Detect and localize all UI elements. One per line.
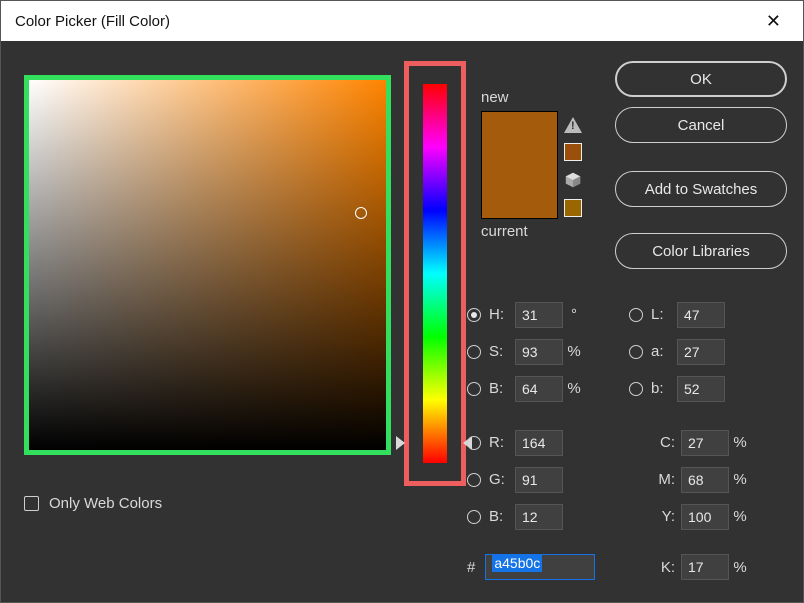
- m-input[interactable]: [681, 467, 729, 493]
- l-label: L:: [651, 306, 677, 323]
- color-libraries-button[interactable]: Color Libraries: [615, 233, 787, 269]
- only-web-colors-label: Only Web Colors: [49, 495, 162, 512]
- g-input[interactable]: [515, 467, 563, 493]
- ok-button[interactable]: OK: [615, 61, 787, 97]
- color-preview-swatch: [481, 111, 558, 219]
- hue-slider[interactable]: [404, 61, 466, 486]
- r-input[interactable]: [515, 430, 563, 456]
- b-hsb-input[interactable]: [515, 376, 563, 402]
- h-input[interactable]: [515, 302, 563, 328]
- new-label: new: [481, 89, 509, 106]
- current-color-swatch[interactable]: [482, 165, 557, 218]
- y-input[interactable]: [681, 504, 729, 530]
- current-label: current: [481, 223, 528, 240]
- only-web-colors-checkbox[interactable]: [24, 496, 39, 511]
- saturation-brightness-field[interactable]: [24, 75, 391, 455]
- h-label: H:: [489, 306, 515, 323]
- s-unit: %: [563, 343, 585, 360]
- gamut-swatch[interactable]: [564, 143, 582, 161]
- gamut-warning-icon[interactable]: !: [564, 117, 582, 133]
- titlebar: Color Picker (Fill Color) ✕: [1, 1, 803, 41]
- h-radio[interactable]: [467, 308, 481, 322]
- sb-cursor-icon[interactable]: [355, 207, 367, 219]
- websafe-warning-icon[interactable]: [564, 171, 582, 189]
- lab-b-input[interactable]: [677, 376, 725, 402]
- l-input[interactable]: [677, 302, 725, 328]
- s-label: S:: [489, 343, 515, 360]
- g-label: G:: [489, 471, 515, 488]
- y-label: Y:: [651, 508, 675, 525]
- l-radio[interactable]: [629, 308, 643, 322]
- k-input[interactable]: [681, 554, 729, 580]
- a-label: a:: [651, 343, 677, 360]
- color-picker-dialog: Color Picker (Fill Color) ✕ new current …: [0, 0, 804, 603]
- a-input[interactable]: [677, 339, 725, 365]
- rgb-b-label: B:: [489, 508, 515, 525]
- new-color-swatch: [482, 112, 557, 165]
- c-input[interactable]: [681, 430, 729, 456]
- websafe-swatch[interactable]: [564, 199, 582, 217]
- add-swatches-button[interactable]: Add to Swatches: [615, 171, 787, 207]
- b-radio[interactable]: [467, 382, 481, 396]
- c-label: C:: [651, 434, 675, 451]
- s-input[interactable]: [515, 339, 563, 365]
- dialog-body: new current ! OK Cancel Add to Swatches …: [1, 41, 803, 602]
- s-radio[interactable]: [467, 345, 481, 359]
- r-radio[interactable]: [467, 436, 481, 450]
- h-unit: °: [563, 306, 585, 323]
- rgb-b-input[interactable]: [515, 504, 563, 530]
- lab-b-radio[interactable]: [629, 382, 643, 396]
- cancel-button[interactable]: Cancel: [615, 107, 787, 143]
- dialog-title: Color Picker (Fill Color): [15, 13, 170, 30]
- a-radio[interactable]: [629, 345, 643, 359]
- lab-b-label: b:: [651, 380, 677, 397]
- b-hsb-label: B:: [489, 380, 515, 397]
- hex-hash-label: #: [467, 559, 475, 576]
- b-unit: %: [563, 380, 585, 397]
- hue-arrow-left-icon: [396, 436, 405, 450]
- r-label: R:: [489, 434, 515, 451]
- hex-input[interactable]: a45b0c: [485, 554, 595, 580]
- g-radio[interactable]: [467, 473, 481, 487]
- close-icon[interactable]: ✕: [758, 7, 789, 36]
- k-label: K:: [651, 559, 675, 576]
- m-label: M:: [651, 471, 675, 488]
- rgb-b-radio[interactable]: [467, 510, 481, 524]
